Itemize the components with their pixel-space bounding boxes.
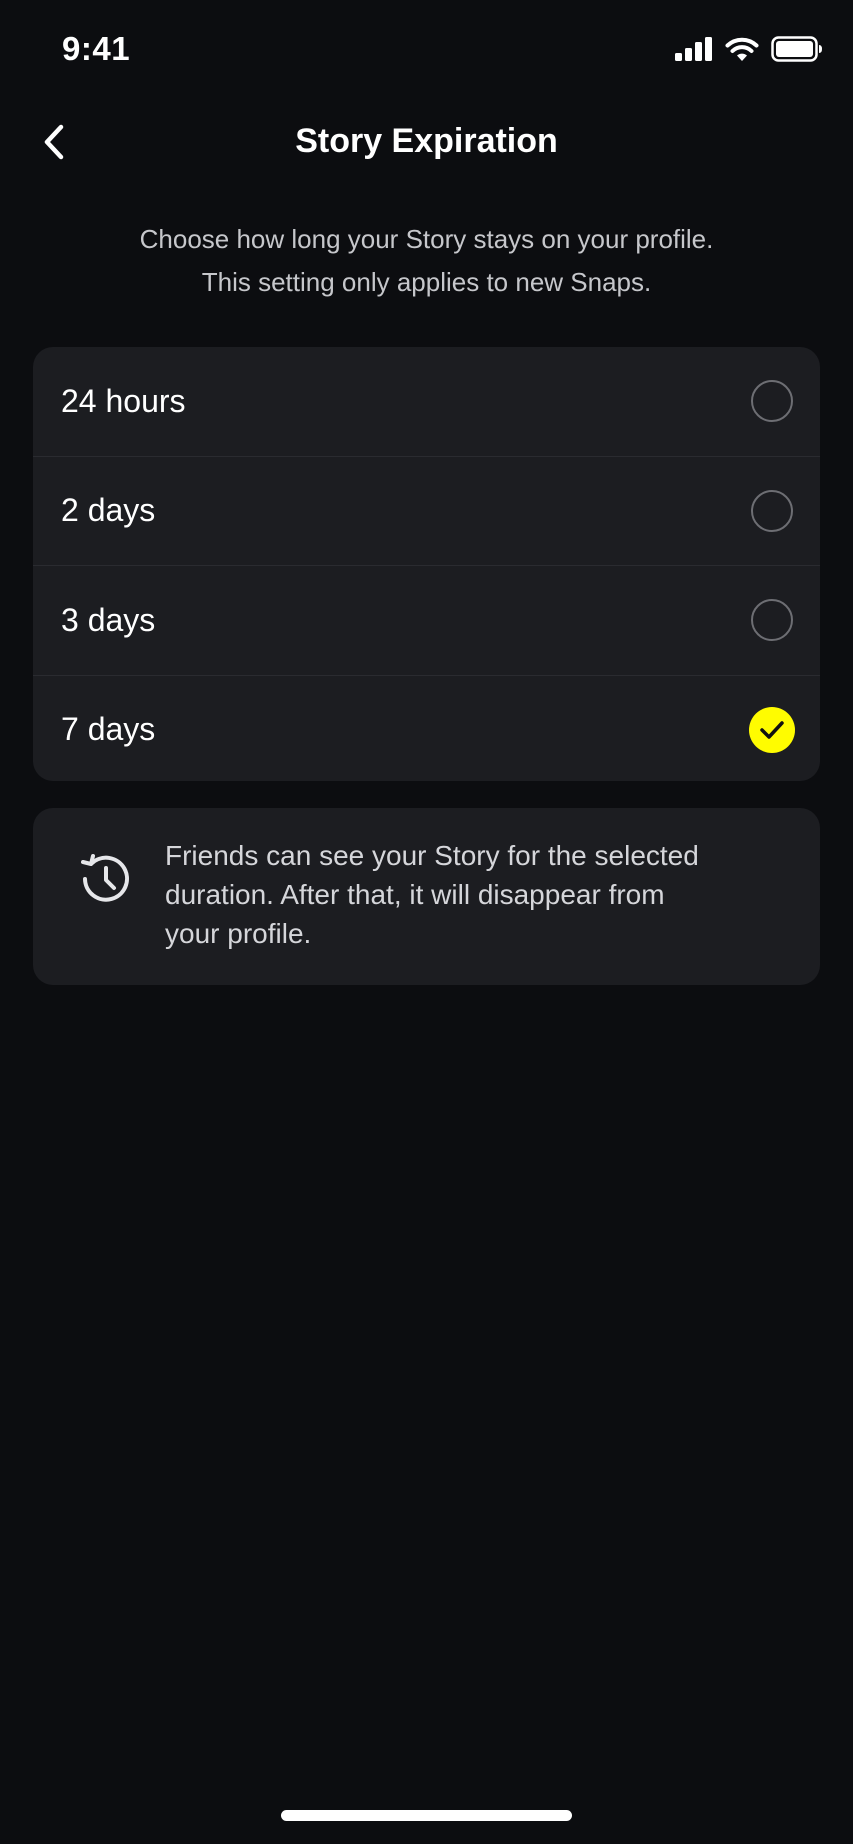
option-label: 7 days <box>61 711 156 748</box>
status-icons <box>675 36 823 62</box>
status-bar: 9:41 <box>0 0 853 100</box>
info-line-3: your profile. <box>165 918 312 949</box>
option-24-hours[interactable]: 24 hours <box>33 347 820 456</box>
info-card: Friends can see your Story for the selec… <box>33 808 820 985</box>
option-7-days[interactable]: 7 days <box>33 674 820 782</box>
description-line-2: This setting only applies to new Snaps. <box>201 267 652 297</box>
description-line-1: Choose how long your Story stays on your… <box>139 224 714 254</box>
info-text: Friends can see your Story for the selec… <box>165 836 785 953</box>
radio-button[interactable] <box>751 599 793 642</box>
page-title: Story Expiration <box>295 122 558 160</box>
checkmark-icon <box>760 721 784 739</box>
expiration-options: 24 hours 2 days 3 days 7 days <box>33 347 820 781</box>
page-description: Choose how long your Story stays on your… <box>0 218 853 304</box>
option-2-days[interactable]: 2 days <box>33 455 820 566</box>
header: Story Expiration <box>0 100 853 186</box>
info-line-2: duration. After that, it will disappear … <box>165 879 665 910</box>
option-label: 24 hours <box>61 382 186 419</box>
home-indicator[interactable] <box>281 1810 572 1821</box>
battery-icon <box>771 36 822 62</box>
wifi-icon <box>725 37 759 61</box>
radio-button[interactable] <box>751 380 793 423</box>
history-icon <box>81 854 129 902</box>
radio-button-selected[interactable] <box>749 706 795 753</box>
option-label: 2 days <box>61 492 156 529</box>
option-label: 3 days <box>61 601 156 638</box>
info-line-1: Friends can see your Story for the selec… <box>165 840 699 871</box>
radio-button[interactable] <box>751 489 793 532</box>
status-time: 9:41 <box>62 30 131 67</box>
option-3-days[interactable]: 3 days <box>33 565 820 675</box>
signal-icon <box>675 37 712 61</box>
